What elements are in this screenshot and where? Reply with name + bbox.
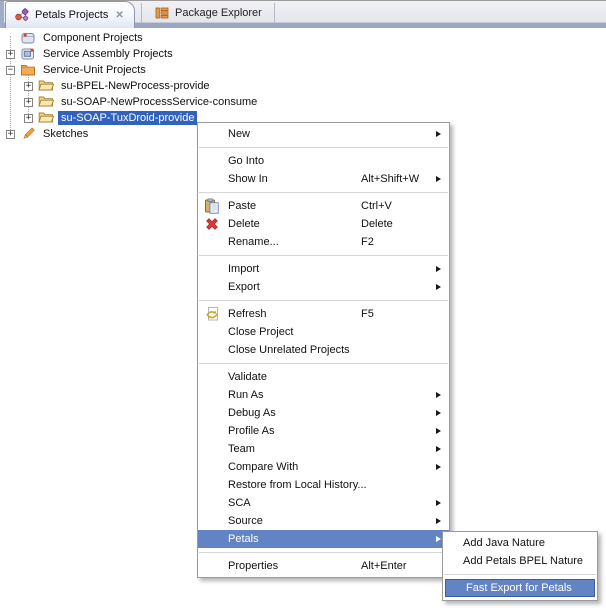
menu-separator	[199, 552, 448, 553]
tree-item-label: Service Assembly Projects	[40, 47, 176, 61]
folder-icon	[20, 62, 36, 78]
menu-separator	[199, 192, 448, 193]
tree-item-label: su-SOAP-NewProcessService-consume	[58, 95, 260, 109]
menu-item-refresh[interactable]: Refresh F5	[198, 305, 449, 323]
menu-item-import[interactable]: Import	[198, 260, 449, 278]
package-explorer-icon	[154, 5, 170, 21]
close-icon[interactable]: ✕	[115, 10, 123, 21]
tree-item-su-soap-newprocessservice-consume[interactable]: + su-SOAP-NewProcessService-consume	[6, 94, 260, 110]
tab-label: Petals Projects	[35, 9, 108, 21]
tab-petals-projects[interactable]: Petals Projects ✕	[5, 1, 135, 28]
tree-item-su-bpel-newprocess-provide[interactable]: + su-BPEL-NewProcess-provide	[6, 78, 213, 94]
tree-item-label: su-BPEL-NewProcess-provide	[58, 79, 213, 93]
menu-separator	[444, 574, 596, 575]
menu-item-run-as[interactable]: Run As	[198, 386, 449, 404]
submenu-arrow-icon	[436, 446, 441, 452]
component-project-icon	[20, 30, 36, 46]
tab-label: Package Explorer	[175, 7, 262, 19]
menu-item-rename[interactable]: Rename... F2	[198, 233, 449, 251]
menu-item-fast-export-for-petals[interactable]: Fast Export for Petals	[445, 579, 595, 597]
submenu-arrow-icon	[436, 131, 441, 137]
tree-item-label: Sketches	[40, 127, 91, 141]
submenu-arrow-icon	[436, 536, 441, 542]
expand-plus-icon[interactable]: +	[24, 82, 33, 91]
menu-shortcut: Alt+Enter	[361, 560, 407, 572]
menu-item-add-petals-bpel-nature[interactable]: Add Petals BPEL Nature	[443, 552, 597, 570]
refresh-icon	[204, 306, 220, 322]
tree-item-component-projects[interactable]: Component Projects	[6, 30, 146, 46]
menu-item-compare-with[interactable]: Compare With	[198, 458, 449, 476]
menu-item-team[interactable]: Team	[198, 440, 449, 458]
menu-item-validate[interactable]: Validate	[198, 368, 449, 386]
expand-plus-icon[interactable]: +	[24, 114, 33, 123]
tree-item-service-unit-projects[interactable]: − Service-Unit Projects	[6, 62, 149, 78]
submenu-arrow-icon	[436, 392, 441, 398]
tree-item-su-soap-tuxdroid-provide[interactable]: + su-SOAP-TuxDroid-provide	[6, 110, 197, 126]
menu-item-new[interactable]: New	[198, 125, 449, 143]
tree-item-label: Component Projects	[40, 31, 146, 45]
menu-separator	[199, 255, 448, 256]
tree-item-label-selected: su-SOAP-TuxDroid-provide	[58, 111, 197, 125]
menu-shortcut: Ctrl+V	[361, 200, 392, 212]
menu-item-petals[interactable]: Petals	[198, 530, 449, 548]
menu-item-add-java-nature[interactable]: Add Java Nature	[443, 534, 597, 552]
menu-separator	[199, 363, 448, 364]
expand-plus-icon[interactable]: +	[24, 98, 33, 107]
menu-separator	[199, 147, 448, 148]
context-menu: New Go Into Show In Alt+Shift+W Paste Ct…	[197, 122, 450, 578]
menu-shortcut: Delete	[361, 218, 393, 230]
menu-item-go-into[interactable]: Go Into	[198, 152, 449, 170]
menu-item-debug-as[interactable]: Debug As	[198, 404, 449, 422]
menu-shortcut: Alt+Shift+W	[361, 173, 419, 185]
submenu-arrow-icon	[436, 518, 441, 524]
folder-open-icon	[38, 78, 54, 94]
submenu-arrow-icon	[436, 410, 441, 416]
menu-shortcut: F5	[361, 308, 374, 320]
folder-open-icon	[38, 94, 54, 110]
tree-item-label: Service-Unit Projects	[40, 63, 149, 77]
menu-separator	[199, 300, 448, 301]
tree-item-service-assembly-projects[interactable]: + Service Assembly Projects	[6, 46, 176, 62]
submenu-arrow-icon	[436, 464, 441, 470]
submenu-arrow-icon	[436, 266, 441, 272]
tab-package-explorer[interactable]: Package Explorer	[141, 3, 275, 23]
collapse-minus-icon[interactable]: −	[6, 66, 15, 75]
folder-open-icon	[38, 110, 54, 126]
petals-projects-view: Petals Projects ✕ Package Explorer Compo…	[0, 0, 606, 610]
pencil-icon	[20, 126, 36, 142]
menu-item-sca[interactable]: SCA	[198, 494, 449, 512]
petals-submenu: Add Java Nature Add Petals BPEL Nature F…	[442, 531, 598, 601]
service-assembly-icon	[20, 46, 36, 62]
menu-item-export[interactable]: Export	[198, 278, 449, 296]
tree-item-sketches[interactable]: + Sketches	[6, 126, 91, 142]
menu-item-paste[interactable]: Paste Ctrl+V	[198, 197, 449, 215]
menu-item-source[interactable]: Source	[198, 512, 449, 530]
delete-icon	[204, 216, 220, 232]
petals-logo-icon	[14, 7, 30, 23]
menu-shortcut: F2	[361, 236, 374, 248]
menu-item-close-project[interactable]: Close Project	[198, 323, 449, 341]
submenu-arrow-icon	[436, 284, 441, 290]
menu-item-properties[interactable]: Properties Alt+Enter	[198, 557, 449, 575]
menu-item-close-unrelated-projects[interactable]: Close Unrelated Projects	[198, 341, 449, 359]
submenu-arrow-icon	[436, 176, 441, 182]
submenu-arrow-icon	[436, 500, 441, 506]
submenu-arrow-icon	[436, 428, 441, 434]
menu-item-restore-from-local-history[interactable]: Restore from Local History...	[198, 476, 449, 494]
paste-icon	[204, 198, 220, 214]
expand-plus-icon[interactable]: +	[6, 50, 15, 59]
menu-item-show-in[interactable]: Show In Alt+Shift+W	[198, 170, 449, 188]
expand-plus-icon[interactable]: +	[6, 130, 15, 139]
menu-item-delete[interactable]: Delete Delete	[198, 215, 449, 233]
menu-item-profile-as[interactable]: Profile As	[198, 422, 449, 440]
